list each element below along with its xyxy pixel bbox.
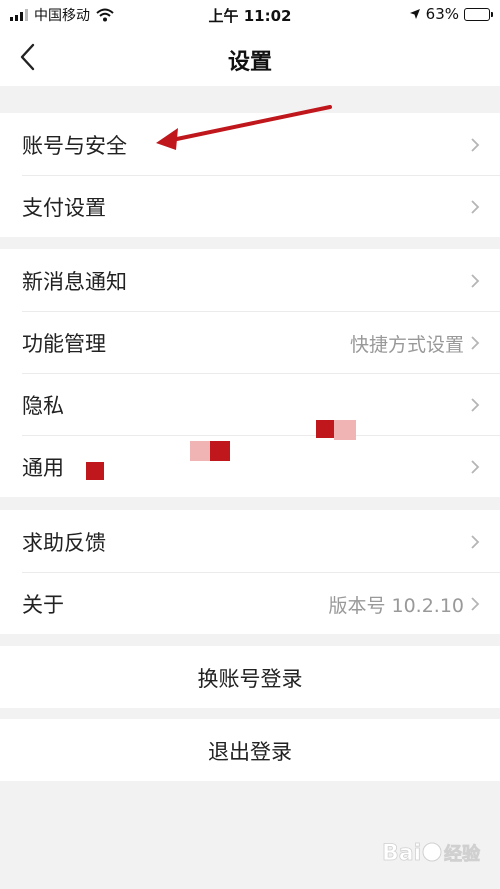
row-privacy[interactable]: 隐私 <box>0 373 500 435</box>
chevron-right-icon <box>471 138 480 152</box>
settings-group-general: 新消息通知 功能管理 快捷方式设置 隐私 通用 <box>0 249 500 497</box>
row-account-security[interactable]: 账号与安全 <box>0 113 500 175</box>
row-value: 快捷方式设置 <box>349 334 464 356</box>
redaction-block <box>190 441 210 461</box>
row-label: 支付设置 <box>22 196 106 220</box>
row-label: 关于 <box>22 593 64 617</box>
row-help-feedback[interactable]: 求助反馈 <box>0 510 500 572</box>
row-label: 求助反馈 <box>22 531 106 555</box>
settings-group-account: 账号与安全 支付设置 <box>0 113 500 237</box>
switch-account-label: 换账号登录 <box>197 667 303 691</box>
chevron-right-icon <box>471 460 480 474</box>
status-right: 63% <box>409 5 493 23</box>
svg-text:经验: 经验 <box>444 843 481 865</box>
baidu-jingyan-watermark-icon: Bai 经验 <box>382 841 481 867</box>
page-title: 设置 <box>227 50 272 75</box>
switch-account-group: 换账号登录 <box>0 646 500 708</box>
svg-text:Bai: Bai <box>382 841 421 866</box>
row-label: 功能管理 <box>22 332 106 356</box>
redaction-block <box>210 441 230 461</box>
row-general[interactable]: 通用 <box>0 435 500 497</box>
row-label: 账号与安全 <box>22 134 127 158</box>
redaction-block <box>86 462 104 480</box>
redaction-block <box>316 420 334 438</box>
row-new-message-notify[interactable]: 新消息通知 <box>0 249 500 311</box>
battery-icon <box>464 7 493 21</box>
redaction-block <box>334 420 356 440</box>
chevron-right-icon <box>471 336 480 350</box>
row-feature-management[interactable]: 功能管理 快捷方式设置 <box>0 311 500 373</box>
settings-group-help: 求助反馈 关于 版本号 10.2.10 <box>0 510 500 634</box>
row-label: 通用 <box>22 456 64 480</box>
location-arrow-icon <box>409 9 420 19</box>
row-about[interactable]: 关于 版本号 10.2.10 <box>0 572 500 634</box>
chevron-right-icon <box>471 274 480 288</box>
row-label: 新消息通知 <box>22 270 127 294</box>
switch-account-button[interactable]: 换账号登录 <box>0 646 500 708</box>
row-payment-settings[interactable]: 支付设置 <box>0 175 500 237</box>
status-bar: 中国移动 上午 11:02 63% <box>0 0 500 30</box>
chevron-right-icon <box>471 398 480 412</box>
chevron-right-icon <box>471 535 480 549</box>
logout-label: 退出登录 <box>208 740 292 764</box>
logout-button[interactable]: 退出登录 <box>0 719 500 781</box>
chevron-right-icon <box>471 200 480 214</box>
chevron-right-icon <box>471 597 480 611</box>
battery-percent: 63% <box>425 5 459 23</box>
logout-group: 退出登录 <box>0 719 500 781</box>
row-value: 版本号 10.2.10 <box>328 595 464 617</box>
row-label: 隐私 <box>22 394 64 418</box>
nav-bar: 设置 <box>0 30 500 86</box>
